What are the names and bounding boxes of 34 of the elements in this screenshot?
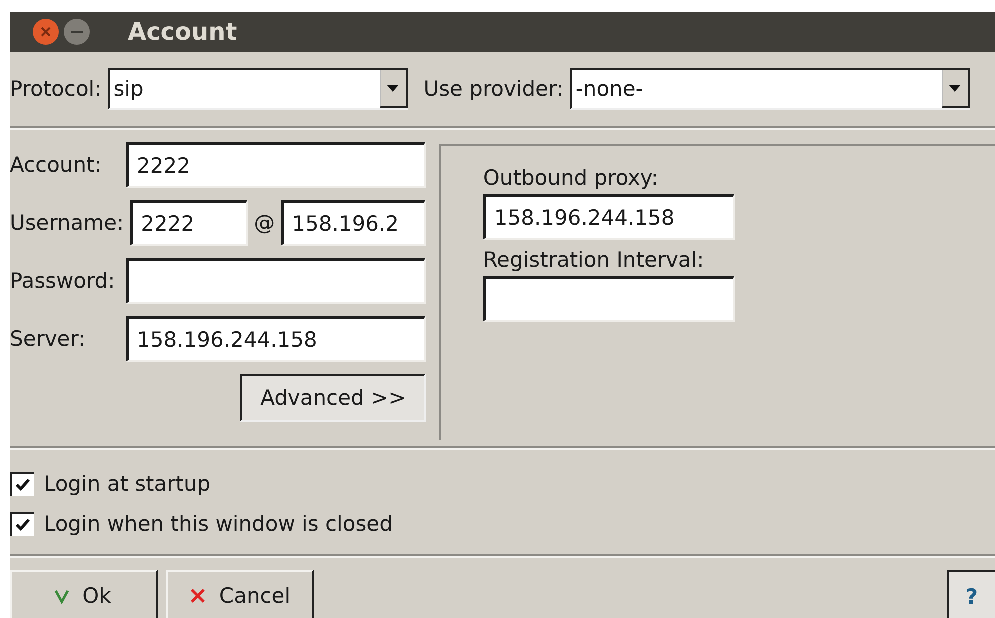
input-field[interactable]: 158.196.244.158 xyxy=(126,316,426,362)
advanced-button[interactable]: Advanced >> xyxy=(240,374,426,422)
input-field[interactable] xyxy=(483,276,736,322)
minimize-icon[interactable] xyxy=(63,18,91,46)
close-icon[interactable] xyxy=(32,18,60,46)
dropdown-arrow-icon xyxy=(387,84,400,92)
field-label: Registration Interval: xyxy=(483,248,704,272)
input-field[interactable]: 2222 xyxy=(126,142,426,188)
checkmark-icon xyxy=(15,478,31,492)
cross-icon xyxy=(189,587,208,605)
help-button[interactable]: ? xyxy=(947,570,995,618)
provider-dropdown[interactable]: -none- xyxy=(570,68,970,110)
cancel-button[interactable]: Cancel xyxy=(166,570,314,618)
dropdown-arrow-icon xyxy=(949,84,962,92)
checkbox[interactable] xyxy=(10,512,34,536)
field-label: Password: xyxy=(10,269,116,293)
field-label: Protocol: xyxy=(10,77,102,101)
field-label: Outbound proxy: xyxy=(483,166,658,190)
field-label: Account: xyxy=(10,153,103,177)
checkbox-label[interactable]: Login when this window is closed xyxy=(44,512,393,536)
ok-button[interactable]: Ok xyxy=(10,570,158,618)
input-field[interactable]: 2222 xyxy=(130,200,248,246)
at-sign: @ xyxy=(254,211,276,235)
window-title: Account xyxy=(128,18,238,46)
field-label: Use provider: xyxy=(424,77,564,101)
checkbox-label[interactable]: Login at startup xyxy=(44,472,211,496)
input-field[interactable] xyxy=(126,258,426,304)
input-field[interactable]: 158.196.244.158 xyxy=(483,194,736,240)
protocol-dropdown[interactable]: sip xyxy=(108,68,408,110)
checkmark-icon xyxy=(15,518,31,532)
checkbox[interactable] xyxy=(10,472,34,496)
field-label: Username: xyxy=(10,211,124,235)
field-label: Server: xyxy=(10,327,87,351)
input-field[interactable]: 158.196.2 xyxy=(281,200,426,246)
